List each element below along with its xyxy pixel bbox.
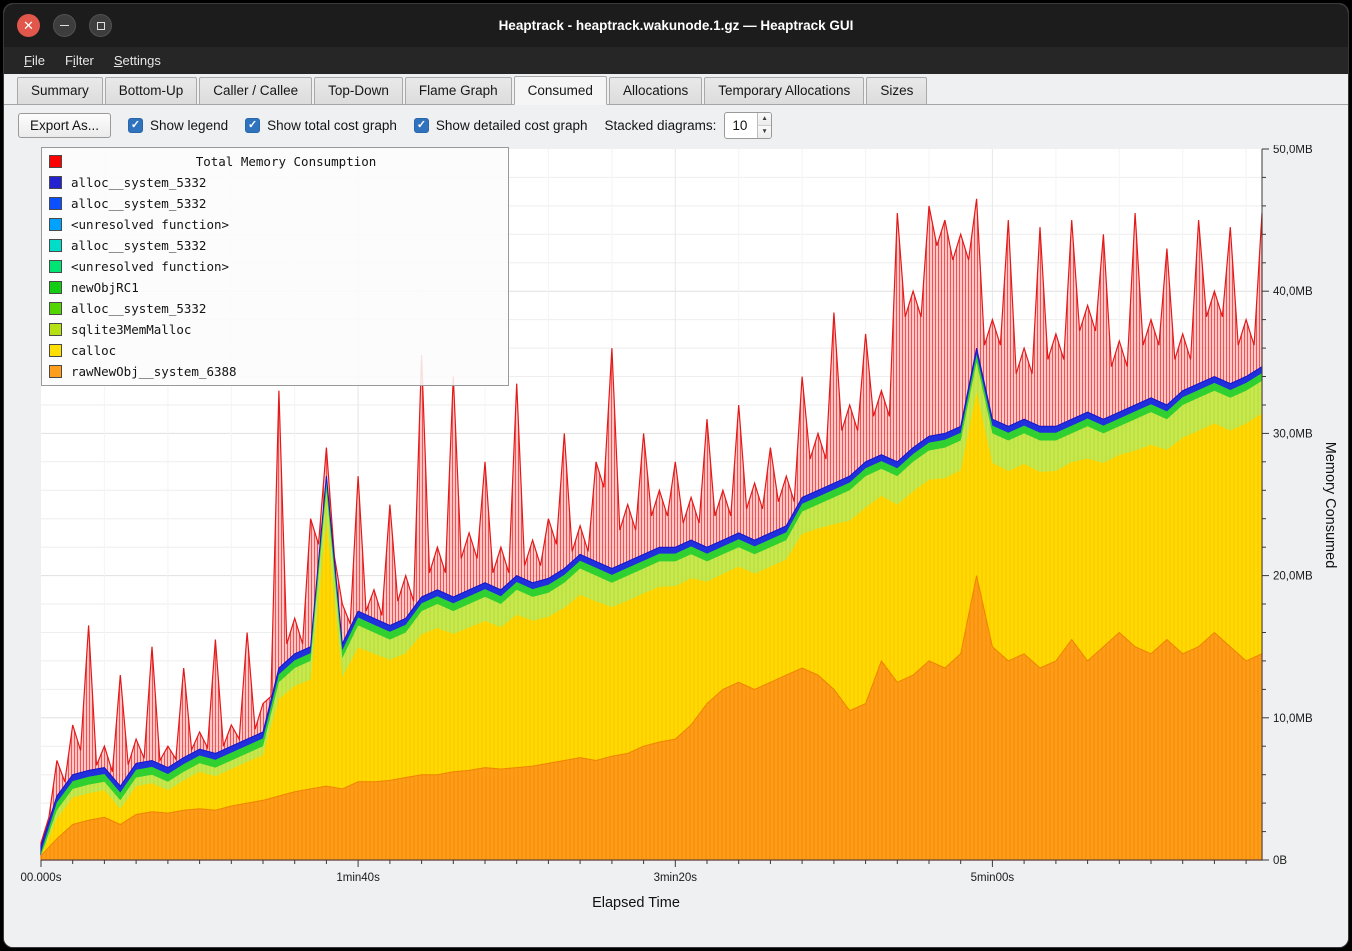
menu-filter[interactable]: Filter [55,49,104,72]
tab-bottom-up[interactable]: Bottom-Up [105,77,198,104]
svg-text:20,0MB: 20,0MB [1273,571,1313,583]
legend-swatch [49,302,62,315]
spin-down-button[interactable]: ▼ [758,126,770,138]
legend-swatch [49,323,62,336]
maximize-button[interactable] [89,14,112,37]
tab-summary[interactable]: Summary [17,77,103,104]
export-as-button[interactable]: Export As... [18,113,111,138]
legend-label: calloc [71,343,116,358]
stacked-diagrams-label: Stacked diagrams: [605,118,717,133]
window-controls: ✕ [17,4,112,47]
legend-label: sqlite3MemMalloc [71,322,191,337]
legend-title-row: Total Memory Consumption [47,151,503,172]
legend-label: alloc__system_5332 [71,238,206,253]
tab-top-down[interactable]: Top-Down [314,77,403,104]
x-axis-label: Elapsed Time [4,895,1268,911]
checkbox-show-detailed-cost-graph[interactable]: ✓ Show detailed cost graph [414,118,588,133]
checkbox-icon: ✓ [245,118,260,133]
legend-label: alloc__system_5332 [71,301,206,316]
y-axis-label: Memory Consumed [1322,442,1338,569]
stacked-diagrams-control: Stacked diagrams: 10 ▲ ▼ [605,112,772,139]
window-title: Heaptrack - heaptrack.wakunode.1.gz — He… [4,18,1348,33]
legend-item: alloc__system_5332 [47,172,503,193]
svg-text:5min00s: 5min00s [971,872,1015,884]
legend-swatch [49,239,62,252]
legend-item: <unresolved function> [47,256,503,277]
legend-item: sqlite3MemMalloc [47,319,503,340]
tab-flame-graph[interactable]: Flame Graph [405,77,512,104]
svg-text:30,0MB: 30,0MB [1273,428,1313,440]
legend-item: alloc__system_5332 [47,235,503,256]
svg-text:50,0MB: 50,0MB [1273,145,1313,156]
tab-temporary-allocations[interactable]: Temporary Allocations [704,77,864,104]
checkbox-show-total-cost-graph[interactable]: ✓ Show total cost graph [245,118,397,133]
stacked-diagrams-value[interactable]: 10 [725,113,757,138]
total-series-swatch [49,155,62,168]
checkbox-icon: ✓ [128,118,143,133]
legend-label: alloc__system_5332 [71,196,206,211]
legend-label: alloc__system_5332 [71,175,206,190]
minimize-icon [60,25,69,27]
checkbox-label: Show detailed cost graph [436,118,588,133]
legend-label: newObjRC1 [71,280,139,295]
legend-title: Total Memory Consumption [71,154,501,169]
legend-label: <unresolved function> [71,259,229,274]
legend-item: calloc [47,340,503,361]
checkbox-label: Show total cost graph [267,118,397,133]
svg-text:1min40s: 1min40s [336,872,380,884]
legend-swatch [49,218,62,231]
legend-swatch [49,281,62,294]
heaptrack-window: ✕ Heaptrack - heaptrack.wakunode.1.gz — … [3,3,1349,948]
chart-legend: Total Memory Consumption alloc__system_5… [41,147,509,386]
legend-label: rawNewObj__system_6388 [71,364,237,379]
tab-allocations[interactable]: Allocations [609,77,702,104]
svg-text:40,0MB: 40,0MB [1273,286,1313,298]
tab-sizes[interactable]: Sizes [866,77,927,104]
spinner-buttons: ▲ ▼ [757,113,770,138]
x-axis-ticks: 00.000s 1min40s 3min20s 5min00s [21,860,1247,884]
maximize-icon [97,22,105,30]
legend-label: <unresolved function> [71,217,229,232]
legend-swatch [49,176,62,189]
legend-item: <unresolved function> [47,214,503,235]
minimize-button[interactable] [53,14,76,37]
legend-swatch [49,260,62,273]
checkbox-icon: ✓ [414,118,429,133]
checkbox-label: Show legend [150,118,228,133]
svg-text:0B: 0B [1273,855,1287,867]
menu-file[interactable]: File [14,49,55,72]
legend-item: alloc__system_5332 [47,193,503,214]
svg-text:3min20s: 3min20s [654,872,698,884]
tab-consumed[interactable]: Consumed [514,76,607,105]
legend-swatch [49,344,62,357]
close-icon: ✕ [23,19,34,32]
tab-bar: SummaryBottom-UpCaller / CalleeTop-DownF… [4,74,1348,105]
tab-caller-callee[interactable]: Caller / Callee [199,77,312,104]
legend-swatch [49,197,62,210]
legend-item: newObjRC1 [47,277,503,298]
titlebar: ✕ Heaptrack - heaptrack.wakunode.1.gz — … [4,4,1348,47]
spin-up-button[interactable]: ▲ [758,113,770,126]
svg-text:00.000s: 00.000s [21,872,62,884]
stacked-diagrams-spinbox[interactable]: 10 ▲ ▼ [724,112,771,139]
legend-swatch [49,365,62,378]
legend-items: alloc__system_5332 alloc__system_5332 <unr… [47,172,503,382]
legend-item: alloc__system_5332 [47,298,503,319]
chart-area[interactable]: 0B 10,0MB 20,0MB 30,0MB 40,0MB 50,0MB 00.000s 1… [4,145,1348,948]
svg-text:10,0MB: 10,0MB [1273,713,1313,725]
menu-bar: FileFilterSettings [4,47,1348,74]
toolbar-checkboxes: ✓ Show legend ✓ Show total cost graph ✓ Show … [128,118,588,133]
checkbox-show-legend[interactable]: ✓ Show legend [128,118,228,133]
y-axis-ticks: 0B 10,0MB 20,0MB 30,0MB 40,0MB 50,0MB [1262,145,1313,867]
menu-settings[interactable]: Settings [104,49,171,72]
toolbar: Export As... ✓ Show legend ✓ Show total cos… [4,105,1348,145]
legend-item: rawNewObj__system_6388 [47,361,503,382]
close-button[interactable]: ✕ [17,14,40,37]
